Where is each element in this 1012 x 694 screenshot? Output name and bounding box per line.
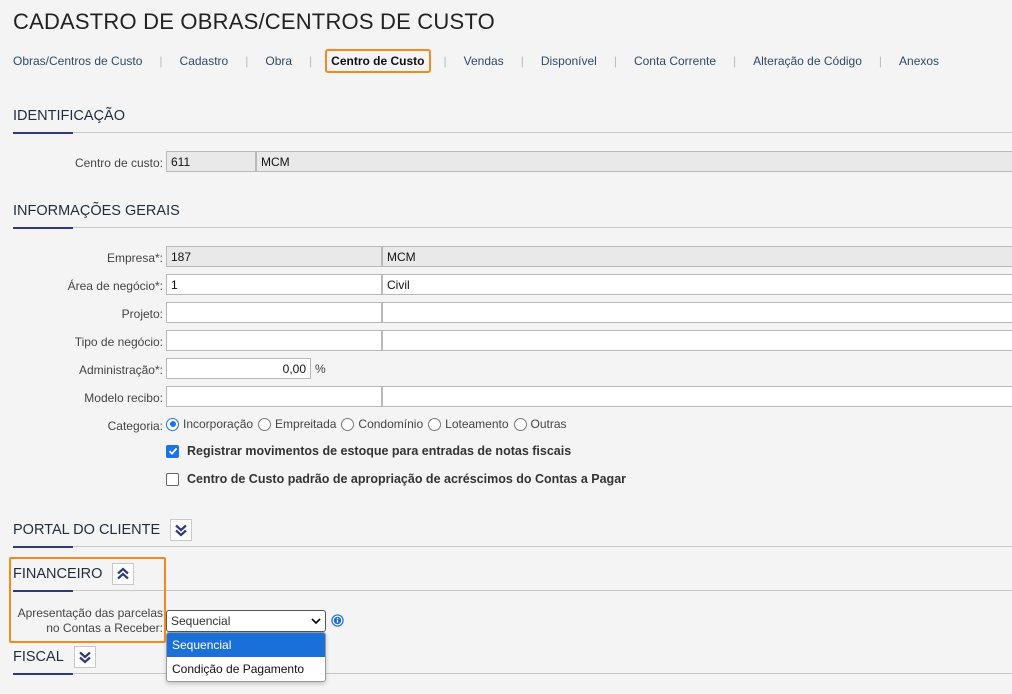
tab-separator: |: [309, 54, 313, 68]
radio-label: Outras: [530, 417, 567, 431]
tipo-negocio-label: Tipo de negócio:: [74, 335, 163, 349]
radio-label: Incorporação: [183, 417, 254, 431]
parcelas-select-value: Sequencial: [171, 614, 231, 628]
financeiro-highlight-frame: [9, 557, 166, 643]
administracao-input[interactable]: 0,00: [166, 358, 311, 379]
tab-obra[interactable]: Obra: [261, 50, 296, 72]
area-negocio-label: Área de negócio*:: [67, 279, 163, 293]
area-negocio-code-input[interactable]: 1: [166, 274, 382, 295]
administracao-unit: %: [315, 362, 326, 376]
empresa-label: Empresa*:: [106, 251, 163, 265]
projeto-label: Projeto:: [121, 307, 163, 321]
tab-separator: |: [159, 54, 163, 68]
dropdown-option-sequencial[interactable]: Sequencial: [167, 633, 325, 657]
tab-conta-corrente[interactable]: Conta Corrente: [630, 50, 720, 72]
section-underline: [13, 132, 73, 134]
radio-selected-icon: [166, 417, 179, 431]
modelo-recibo-name-input[interactable]: [382, 386, 1012, 407]
radio-unselected-icon: [428, 417, 442, 431]
centro-custo-name-field: MCM: [256, 151, 1012, 172]
check-icon: [168, 447, 177, 455]
radio-empreitada[interactable]: Empreitada: [255, 417, 336, 431]
radio-unselected-icon: [258, 417, 272, 431]
section-underline: [13, 227, 73, 229]
empresa-name-field: MCM: [382, 246, 1012, 267]
tab-anexos[interactable]: Anexos: [895, 50, 943, 72]
tab-separator: |: [443, 54, 447, 68]
section-identificacao-title: IDENTIFICAÇÃO: [13, 108, 125, 124]
administracao-label: Administração*:: [78, 363, 163, 377]
tab-separator: |: [245, 54, 249, 68]
info-icon[interactable]: [331, 614, 344, 627]
parcelas-select[interactable]: Sequencial: [166, 610, 326, 632]
radio-outras[interactable]: Outras: [511, 417, 567, 431]
expand-portal-button[interactable]: [170, 519, 193, 541]
tab-separator: |: [520, 54, 524, 68]
radio-condominio[interactable]: Condomínio: [338, 417, 423, 431]
dropdown-option-condicao-pagamento[interactable]: Condição de Pagamento: [167, 657, 325, 681]
chevron-down-icon: [311, 618, 321, 625]
double-chevron-down-icon: [79, 651, 91, 664]
categoria-label: Categoria:: [107, 419, 163, 433]
double-chevron-down-icon: [175, 524, 187, 537]
modelo-recibo-code-input[interactable]: [166, 386, 382, 407]
modelo-recibo-label: Modelo recibo:: [84, 391, 163, 405]
tipo-negocio-name-input[interactable]: [382, 330, 1012, 351]
section-fiscal-label: FISCAL: [13, 649, 64, 665]
radio-incorporacao[interactable]: Incorporação: [166, 417, 253, 431]
tab-vendas[interactable]: Vendas: [460, 50, 508, 72]
radio-unselected-icon: [513, 417, 527, 431]
centro-custo-label: Centro de custo:: [74, 156, 163, 170]
area-negocio-name-input[interactable]: Civil: [382, 274, 1012, 295]
centro-custo-code-field: 611: [166, 151, 256, 172]
expand-fiscal-button[interactable]: [73, 646, 96, 668]
radio-label: Condomínio: [358, 417, 424, 431]
section-divider: [13, 546, 1012, 547]
tab-alteracao-codigo[interactable]: Alteração de Código: [749, 50, 866, 72]
section-divider: [13, 673, 1012, 674]
estoque-checkbox-row[interactable]: Registrar movimentos de estoque para ent…: [166, 444, 571, 458]
tab-cadastro[interactable]: Cadastro: [176, 50, 233, 72]
estoque-checkbox[interactable]: [166, 444, 179, 458]
tab-separator: |: [733, 54, 737, 68]
section-portal-label: PORTAL DO CLIENTE: [13, 522, 161, 538]
empresa-code-field: 187: [166, 246, 382, 267]
projeto-name-input[interactable]: [382, 302, 1012, 323]
radio-label: Loteamento: [445, 417, 509, 431]
tab-separator: |: [613, 54, 617, 68]
acrescimos-checkbox[interactable]: [166, 472, 179, 486]
tab-disponivel[interactable]: Disponível: [537, 50, 601, 72]
estoque-checkbox-label: Registrar movimentos de estoque para ent…: [187, 444, 572, 458]
section-divider: [13, 227, 1012, 228]
radio-label: Empreitada: [275, 417, 337, 431]
parcelas-dropdown-list: Sequencial Condição de Pagamento: [166, 632, 326, 682]
section-divider: [13, 132, 1012, 133]
projeto-code-input[interactable]: [166, 302, 382, 323]
section-fiscal-title: FISCAL: [13, 646, 96, 668]
tab-obras-centros[interactable]: Obras/Centros de Custo: [13, 50, 146, 72]
page-title: CADASTRO DE OBRAS/CENTROS DE CUSTO: [13, 9, 495, 34]
section-informacoes-title: INFORMAÇÕES GERAIS: [13, 203, 180, 219]
acrescimos-checkbox-row[interactable]: Centro de Custo padrão de apropriação de…: [166, 472, 626, 486]
section-underline: [13, 673, 73, 675]
tab-separator: |: [878, 54, 883, 68]
tab-centro-de-custo[interactable]: Centro de Custo: [325, 49, 431, 73]
section-portal-title: PORTAL DO CLIENTE: [13, 519, 193, 541]
categoria-radio-group: Incorporação Empreitada Condomínio Lotea…: [166, 417, 569, 431]
radio-unselected-icon: [341, 417, 355, 431]
acrescimos-checkbox-label: Centro de Custo padrão de apropriação de…: [187, 472, 627, 486]
tab-bar: Obras/Centros de Custo | Cadastro | Obra…: [13, 48, 943, 74]
tipo-negocio-code-input[interactable]: [166, 330, 382, 351]
radio-loteamento[interactable]: Loteamento: [425, 417, 509, 431]
section-underline: [13, 546, 73, 548]
